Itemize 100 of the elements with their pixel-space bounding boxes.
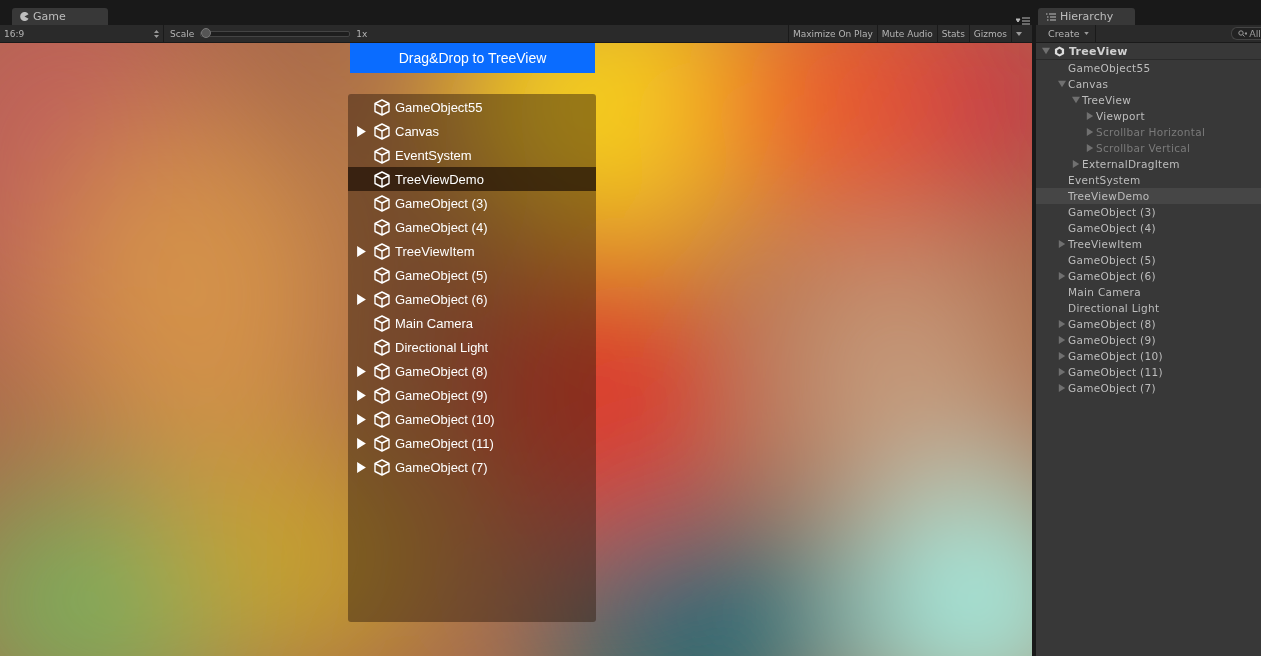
cube-icon: [374, 146, 390, 164]
tree-item[interactable]: GameObject (10): [348, 407, 596, 431]
search-icon: [1238, 30, 1248, 37]
item-label: GameObject (7): [395, 459, 488, 475]
item-label: TreeViewDemo: [395, 171, 484, 187]
cube-icon: [374, 98, 390, 116]
collapsed-arrow-icon[interactable]: [1058, 368, 1066, 376]
hierarchy-item[interactable]: GameObject (6): [1036, 268, 1261, 284]
hierarchy-item[interactable]: GameObject (9): [1036, 332, 1261, 348]
hierarchy-item[interactable]: GameObject (3): [1036, 204, 1261, 220]
item-label: Canvas: [395, 123, 440, 139]
tree-item[interactable]: TreeViewDemo: [348, 167, 596, 191]
collapsed-arrow-icon[interactable]: [1072, 160, 1080, 168]
item-label: TreeViewItem: [395, 243, 475, 259]
scale-value: 1x: [355, 28, 369, 39]
cube-icon: [374, 266, 390, 284]
scene-row[interactable]: TreeView: [1036, 43, 1261, 60]
collapsed-arrow-icon[interactable]: [1058, 336, 1066, 344]
tree-item[interactable]: GameObject (9): [348, 383, 596, 407]
expanded-arrow-icon[interactable]: [1058, 80, 1066, 88]
caret-icon: [1083, 32, 1089, 35]
toolbar-toggle[interactable]: Maximize On Play: [787, 25, 877, 42]
expand-arrow-icon[interactable]: [355, 365, 367, 377]
tree-item[interactable]: GameObject (6): [348, 287, 596, 311]
cube-icon: [374, 242, 390, 260]
tree-item[interactable]: GameObject (11): [348, 431, 596, 455]
collapsed-arrow-icon[interactable]: [1058, 320, 1066, 328]
hierarchy-item[interactable]: TreeViewItem: [1036, 236, 1261, 252]
hierarchy-item[interactable]: GameObject55: [1036, 60, 1261, 76]
hierarchy-item[interactable]: GameObject (4): [1036, 220, 1261, 236]
item-label: GameObject (10): [395, 411, 495, 427]
expanded-arrow-icon[interactable]: [1072, 96, 1080, 104]
hierarchy-item[interactable]: ExternalDragItem: [1036, 156, 1261, 172]
caret-icon: [1016, 31, 1022, 36]
drag-drop-button[interactable]: Drag&Drop to TreeView: [350, 43, 595, 73]
collapsed-arrow-icon[interactable]: [1058, 272, 1066, 280]
hierarchy-item[interactable]: GameObject (11): [1036, 364, 1261, 380]
menu-icon[interactable]: [1016, 17, 1030, 25]
collapsed-arrow-icon[interactable]: [1058, 384, 1066, 392]
cube-icon: [374, 434, 390, 452]
hierarchy-item[interactable]: Canvas: [1036, 76, 1261, 92]
item-label: GameObject (6): [395, 291, 488, 307]
cube-icon: [374, 386, 390, 404]
cube-icon: [374, 218, 390, 236]
tree-item[interactable]: Directional Light: [348, 335, 596, 359]
hierarchy-item[interactable]: GameObject (7): [1036, 380, 1261, 396]
toolbar-toggle[interactable]: Gizmos: [968, 25, 1011, 42]
tree-item[interactable]: GameObject (3): [348, 191, 596, 215]
tree-item[interactable]: GameObject55: [348, 95, 596, 119]
expand-arrow-icon[interactable]: [355, 293, 367, 305]
expand-arrow-icon[interactable]: [355, 245, 367, 257]
collapsed-arrow-icon[interactable]: [1086, 112, 1094, 120]
cube-icon: [374, 170, 390, 188]
hierarchy-item[interactable]: Main Camera: [1036, 284, 1261, 300]
hierarchy-item[interactable]: GameObject (8): [1036, 316, 1261, 332]
expand-arrow-icon[interactable]: [355, 437, 367, 449]
item-label: GameObject (8): [395, 363, 488, 379]
tree-item[interactable]: TreeViewItem: [348, 239, 596, 263]
hierarchy-item[interactable]: TreeView: [1036, 92, 1261, 108]
item-label: Main Camera: [395, 315, 474, 331]
tree-item[interactable]: EventSystem: [348, 143, 596, 167]
hierarchy-item[interactable]: GameObject (5): [1036, 252, 1261, 268]
item-label: GameObject (5): [395, 267, 488, 283]
collapsed-arrow-icon[interactable]: [1058, 352, 1066, 360]
tree-item[interactable]: GameObject (8): [348, 359, 596, 383]
toolbar-toggle[interactable]: Stats: [936, 25, 969, 42]
item-label: GameObject (3): [395, 195, 488, 211]
cube-icon: [374, 410, 390, 428]
scale-slider[interactable]: [200, 30, 351, 37]
tree-item[interactable]: GameObject (5): [348, 263, 596, 287]
expand-arrow-icon[interactable]: [355, 413, 367, 425]
hierarchy-item[interactable]: TreeViewDemo: [1036, 188, 1261, 204]
search-field[interactable]: All: [1231, 27, 1261, 40]
create-dropdown[interactable]: Create: [1036, 25, 1096, 42]
toolbar-toggle[interactable]: Mute Audio: [876, 25, 937, 42]
tree-item[interactable]: Canvas: [348, 119, 596, 143]
cube-icon: [374, 194, 390, 212]
aspect-dropdown[interactable]: 16:9: [0, 25, 164, 42]
item-label: EventSystem: [395, 147, 472, 163]
expanded-arrow-icon[interactable]: [1042, 47, 1050, 55]
tree-item[interactable]: GameObject (7): [348, 455, 596, 479]
tree-item[interactable]: GameObject (4): [348, 215, 596, 239]
hierarchy-item[interactable]: Directional Light: [1036, 300, 1261, 316]
cube-icon: [374, 362, 390, 380]
collapsed-arrow-icon[interactable]: [1058, 240, 1066, 248]
expand-arrow-icon[interactable]: [355, 389, 367, 401]
slider-thumb[interactable]: [201, 27, 212, 38]
pacman-icon: [20, 12, 29, 21]
expand-arrow-icon[interactable]: [355, 461, 367, 473]
hierarchy-item[interactable]: GameObject (10): [1036, 348, 1261, 364]
hierarchy-item[interactable]: EventSystem: [1036, 172, 1261, 188]
item-label: GameObject (9): [395, 387, 488, 403]
cube-icon: [374, 122, 390, 140]
tree-item[interactable]: Main Camera: [348, 311, 596, 335]
tab-label: Hierarchy: [1060, 10, 1114, 23]
hierarchy-tab[interactable]: Hierarchy: [1038, 8, 1135, 25]
expand-arrow-icon[interactable]: [355, 125, 367, 137]
hierarchy-item[interactable]: Viewport: [1036, 108, 1261, 124]
game-tab[interactable]: Game: [12, 8, 108, 25]
list-icon: [1046, 12, 1056, 21]
